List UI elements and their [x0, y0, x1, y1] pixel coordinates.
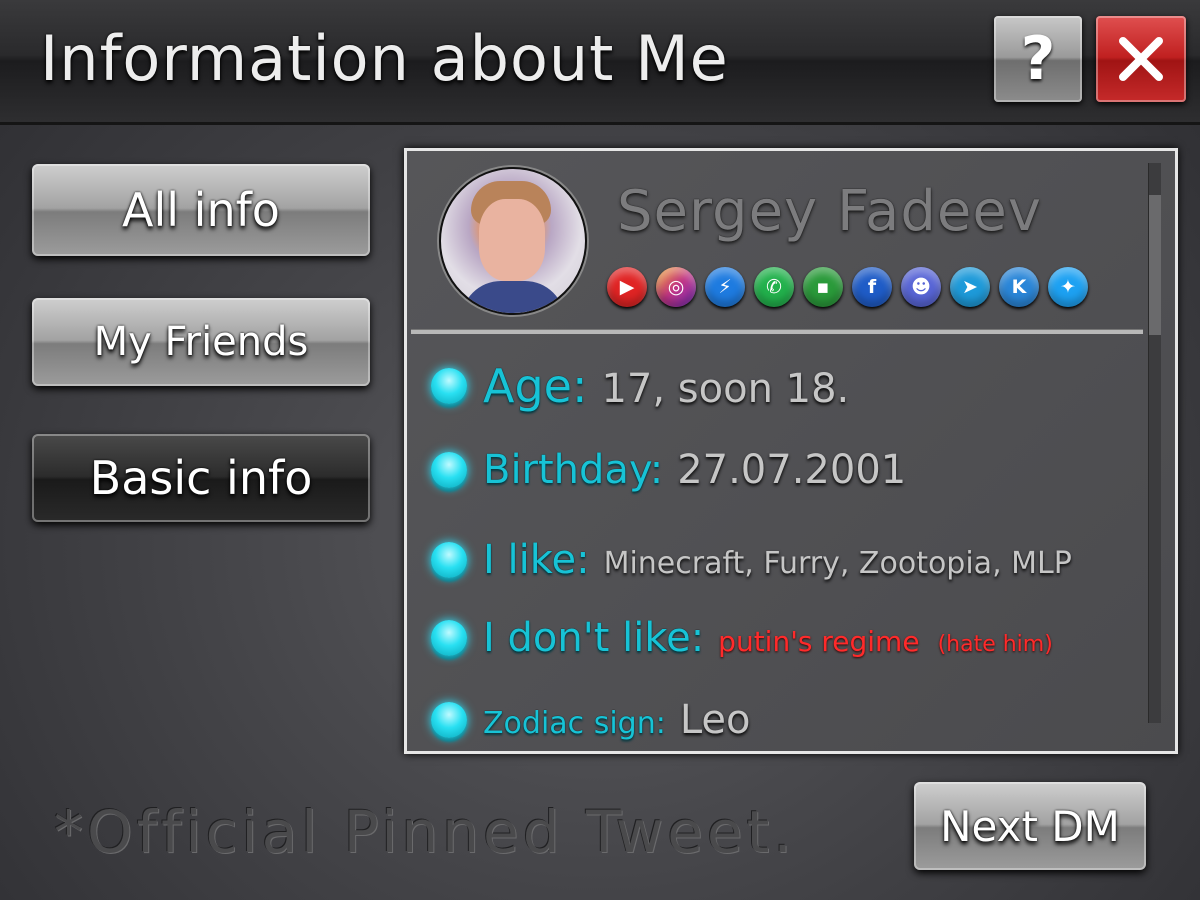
title-bar: Information about Me ?	[0, 0, 1200, 125]
odnoklassniki-icon[interactable]: ▪	[803, 267, 843, 307]
telegram-icon[interactable]: ➤	[950, 267, 990, 307]
whatsapp-icon[interactable]: ✆	[754, 267, 794, 307]
zodiac-value: Leo	[679, 697, 751, 743]
next-dm-button[interactable]: Next DM	[914, 782, 1146, 870]
info-row-age: Age: 17, soon 18.	[431, 359, 849, 413]
sidebar-item-my-friends[interactable]: My Friends	[32, 298, 370, 386]
avatar-face	[479, 199, 545, 281]
profile-name: Sergey Fadeev	[617, 179, 1042, 244]
sidebar-item-basic-info[interactable]: Basic info	[32, 434, 370, 522]
dislikes-label: I don't like:	[483, 615, 705, 661]
vk-icon[interactable]: K	[999, 267, 1039, 307]
help-icon: ?	[1020, 24, 1056, 94]
window-title: Information about Me	[40, 22, 729, 95]
info-row-birthday: Birthday: 27.07.2001	[431, 447, 906, 493]
scrollbar-thumb[interactable]	[1149, 195, 1161, 335]
twitter-icon[interactable]: ✦	[1048, 267, 1088, 307]
info-row-dislikes: I don't like: putin's regime (hate him)	[431, 615, 1053, 661]
bullet-icon	[431, 542, 467, 578]
bullet-icon	[431, 452, 467, 488]
zodiac-label: Zodiac sign:	[483, 706, 666, 741]
sidebar-item-label: All info	[122, 183, 280, 237]
dislikes-value: putin's regime	[718, 625, 920, 658]
close-button[interactable]	[1096, 16, 1186, 102]
sidebar-item-all-info[interactable]: All info	[32, 164, 370, 256]
avatar	[439, 167, 587, 315]
instagram-icon[interactable]: ◎	[656, 267, 696, 307]
age-label: Age:	[483, 359, 588, 413]
social-links: ▶ ◎ ⚡ ✆ ▪ f ☻ ➤ K ✦	[607, 267, 1088, 307]
bullet-icon	[431, 620, 467, 656]
likes-label: I like:	[483, 537, 590, 583]
footer-note: *Official Pinned Tweet.	[54, 798, 796, 866]
youtube-icon[interactable]: ▶	[607, 267, 647, 307]
next-dm-label: Next DM	[940, 801, 1120, 851]
birthday-label: Birthday:	[483, 447, 664, 493]
help-button[interactable]: ?	[994, 16, 1082, 102]
info-panel: Sergey Fadeev ▶ ◎ ⚡ ✆ ▪ f ☻ ➤ K ✦ Age: 1…	[404, 148, 1178, 754]
birthday-value: 27.07.2001	[677, 447, 907, 493]
bullet-icon	[431, 702, 467, 738]
info-row-likes: I like: Minecraft, Furry, Zootopia, MLP	[431, 537, 1072, 583]
info-row-zodiac: Zodiac sign: Leo	[431, 697, 751, 743]
avatar-shirt	[461, 281, 565, 313]
bullet-icon	[431, 368, 467, 404]
likes-value: Minecraft, Furry, Zootopia, MLP	[603, 546, 1072, 581]
messenger-icon[interactable]: ⚡	[705, 267, 745, 307]
divider	[411, 329, 1143, 334]
dislikes-note: (hate him)	[937, 632, 1053, 657]
facebook-icon[interactable]: f	[852, 267, 892, 307]
close-icon	[1119, 37, 1163, 81]
sidebar-item-label: My Friends	[93, 319, 309, 365]
sidebar-item-label: Basic info	[89, 451, 313, 505]
age-value: 17, soon 18.	[601, 366, 850, 412]
discord-icon[interactable]: ☻	[901, 267, 941, 307]
